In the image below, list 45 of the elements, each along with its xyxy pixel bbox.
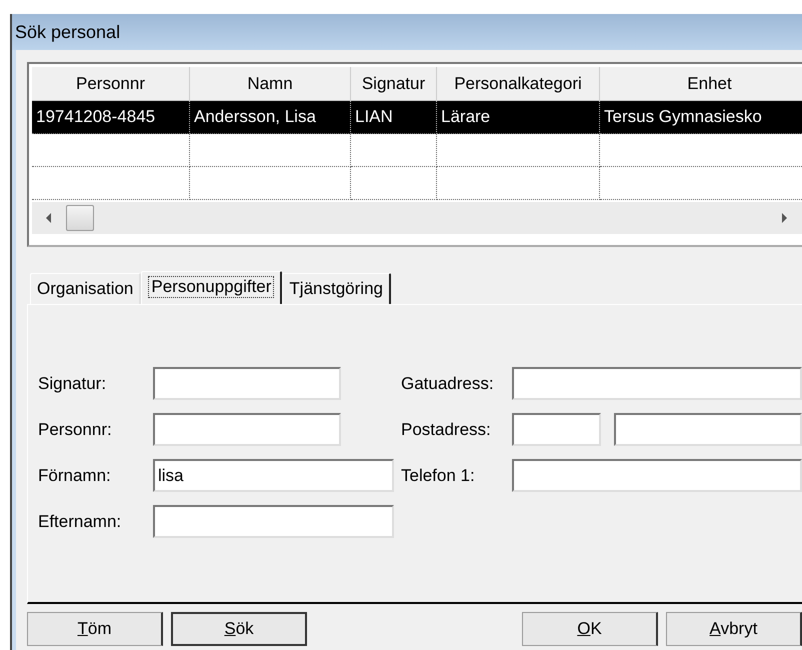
input-field[interactable]: lisa <box>153 459 394 492</box>
dialog-button[interactable]: Töm <box>27 612 163 646</box>
empty-cell[interactable] <box>32 167 190 200</box>
input-field[interactable] <box>614 413 802 446</box>
field-label: Förnamn: <box>38 466 112 486</box>
dialog-button[interactable]: Sök <box>171 612 307 646</box>
column-header[interactable]: Enhet <box>600 67 802 101</box>
empty-cell[interactable] <box>437 134 600 167</box>
dialog-button[interactable]: Avbryt <box>666 612 802 646</box>
window-title: Sök personal <box>15 22 120 42</box>
table-cell[interactable]: Tersus Gymnasiesko <box>600 101 802 134</box>
empty-cell[interactable] <box>351 167 437 200</box>
empty-cell[interactable] <box>190 167 351 200</box>
horizontal-scrollbar[interactable] <box>32 202 802 234</box>
scroll-thumb[interactable] <box>66 205 94 231</box>
table-cell[interactable]: Lärare <box>437 101 600 134</box>
input-field[interactable] <box>512 459 802 492</box>
column-header[interactable]: Namn <box>190 67 351 101</box>
dialog-button[interactable]: OK <box>522 612 658 646</box>
input-field[interactable] <box>153 505 394 538</box>
empty-cell[interactable] <box>351 134 437 167</box>
tab[interactable]: Tjänstgöring <box>282 273 391 304</box>
field-label: Telefon 1: <box>401 466 476 486</box>
field-label: Postadress: <box>401 420 492 440</box>
field-label: Gatuadress: <box>401 374 495 394</box>
empty-cell[interactable] <box>437 167 600 200</box>
table-cell[interactable]: 19741208-4845 <box>32 101 190 134</box>
field-label: Efternamn: <box>38 512 122 532</box>
input-field[interactable] <box>153 367 341 400</box>
empty-cell[interactable] <box>32 134 190 167</box>
tab[interactable]: Organisation <box>30 273 142 304</box>
scroll-right-icon[interactable] <box>780 212 790 224</box>
column-header[interactable]: Personnr <box>32 67 190 101</box>
tab[interactable]: Personuppgifter <box>141 271 282 304</box>
input-field[interactable] <box>512 413 601 446</box>
table-cell[interactable]: LIAN <box>351 101 437 134</box>
empty-cell[interactable] <box>190 134 351 167</box>
input-field[interactable] <box>512 367 802 400</box>
column-header[interactable]: Signatur <box>351 67 437 101</box>
input-field[interactable] <box>153 413 341 446</box>
table-cell[interactable]: Andersson, Lisa <box>190 101 351 134</box>
column-header[interactable]: Personalkategori <box>437 67 600 101</box>
field-label: Signatur: <box>38 374 108 394</box>
field-label: Personnr: <box>38 420 113 440</box>
scroll-left-icon[interactable] <box>44 212 54 224</box>
